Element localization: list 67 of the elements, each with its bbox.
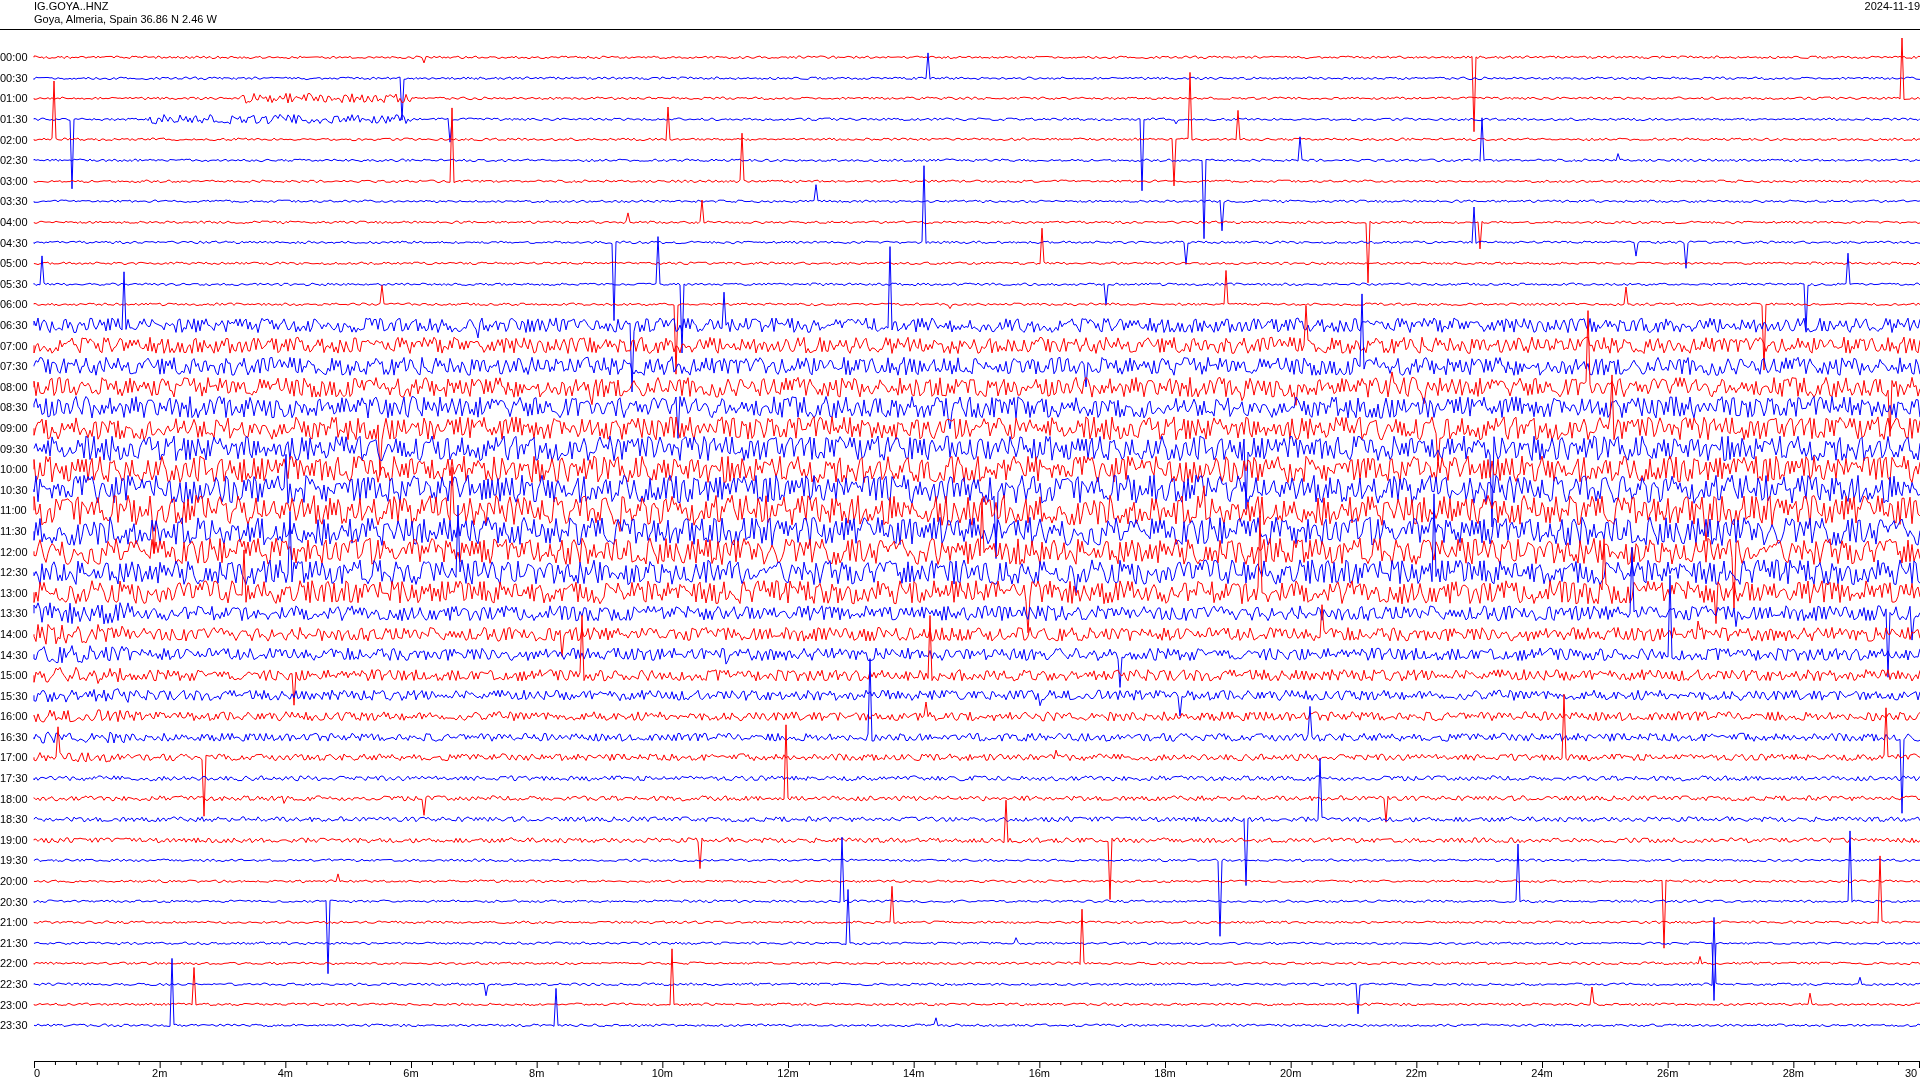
time-label: 10:00: [0, 463, 29, 476]
time-label: 09:30: [0, 442, 29, 455]
time-label: 10:30: [0, 483, 29, 496]
axis-label: 26m: [1656, 1066, 1679, 1079]
time-label: 14:30: [0, 648, 29, 661]
axis-label: 2m: [152, 1066, 168, 1079]
time-label: 18:00: [0, 792, 29, 805]
axis-label: 22m: [1405, 1066, 1428, 1079]
time-label: 21:30: [0, 936, 29, 949]
station-location: Goya, Almeria, Spain 36.86 N 2.46 W: [34, 13, 217, 26]
axis-label: 0: [34, 1066, 41, 1079]
axis-label: 30: [1904, 1066, 1918, 1079]
time-label: 12:30: [0, 566, 29, 579]
time-label: 13:00: [0, 586, 29, 599]
time-label: 15:00: [0, 669, 29, 682]
time-label: 06:00: [0, 298, 29, 311]
time-label: 09:00: [0, 422, 29, 434]
time-label: 13:30: [0, 607, 29, 620]
time-label: 22:00: [0, 957, 29, 970]
time-label: 17:30: [0, 772, 29, 785]
axis-label: 6m: [403, 1066, 419, 1079]
time-label: 20:00: [0, 875, 29, 888]
time-label: 06:30: [0, 319, 29, 331]
time-label: 01:00: [0, 92, 29, 105]
axis-label: 10m: [651, 1066, 674, 1079]
time-label: 16:00: [0, 710, 29, 723]
date-label: 2024-11-19: [1864, 0, 1920, 14]
axis-label: 12m: [777, 1066, 799, 1079]
axis-label: 14m: [902, 1066, 925, 1079]
axis-label: 16m: [1028, 1066, 1051, 1079]
time-label: 18:30: [0, 813, 29, 826]
time-label: 17:00: [0, 751, 29, 764]
time-label: 19:00: [0, 833, 29, 846]
axis-label: 20m: [1279, 1066, 1302, 1079]
time-label: 01:30: [0, 113, 29, 126]
time-label: 07:30: [0, 360, 29, 373]
time-label: 07:00: [0, 339, 29, 352]
time-label: 23:00: [0, 998, 29, 1011]
time-label: 04:00: [0, 216, 29, 229]
time-label: 03:30: [0, 195, 29, 208]
time-label: 02:00: [0, 133, 29, 146]
axis-label: 18m: [1154, 1066, 1176, 1079]
time-label: 11:30: [0, 524, 28, 537]
time-label: 19:30: [0, 854, 29, 867]
time-label: 15:30: [0, 689, 29, 702]
time-label: 21:00: [0, 916, 29, 929]
time-label: 22:30: [0, 978, 29, 990]
time-label: 12:00: [0, 545, 29, 558]
time-label: 08:00: [0, 380, 29, 393]
time-label: 04:30: [0, 236, 29, 249]
axis-label: 28m: [1782, 1066, 1805, 1079]
time-label: 05:00: [0, 257, 29, 270]
time-label: 03:00: [0, 174, 29, 187]
axis-label: 24m: [1531, 1066, 1553, 1079]
time-label: 00:00: [0, 51, 29, 64]
time-label: 08:30: [0, 401, 29, 414]
time-label: 11:00: [0, 504, 28, 517]
time-label: 00:30: [0, 71, 29, 84]
axis-label: 4m: [277, 1066, 293, 1079]
station-code: IG.GOYA..HNZ: [34, 0, 110, 13]
time-label: 02:30: [0, 154, 29, 167]
time-label: 14:00: [0, 627, 29, 640]
time-label: 05:30: [0, 277, 29, 290]
axis-label: 8m: [529, 1066, 545, 1079]
time-label: 20:30: [0, 895, 29, 908]
time-label: 23:30: [0, 1019, 29, 1032]
time-label: 16:30: [0, 730, 29, 743]
